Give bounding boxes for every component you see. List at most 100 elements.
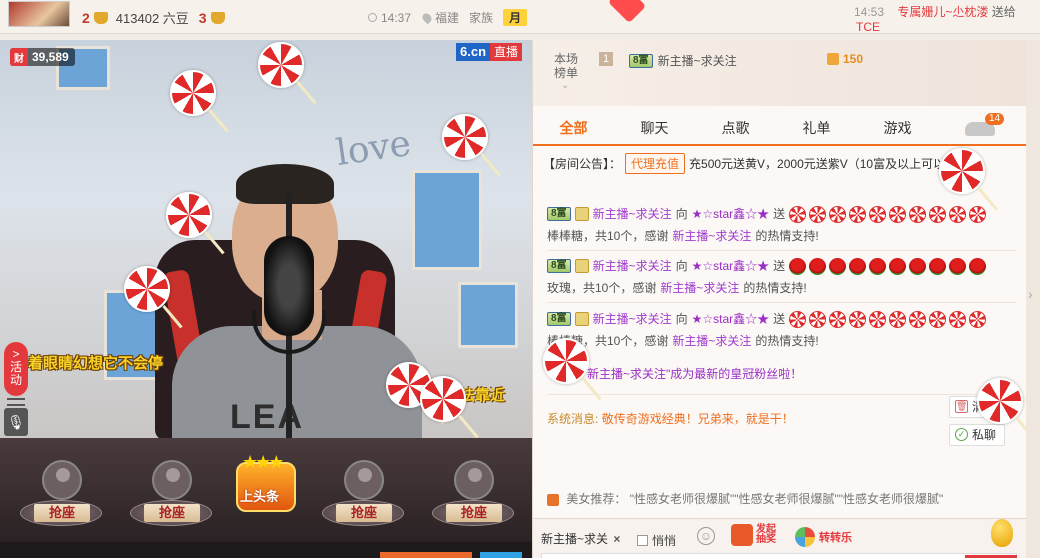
system-label: 系统消息:: [547, 412, 599, 426]
golden-egg-icon[interactable]: [991, 519, 1013, 547]
lollipop-effect: [420, 376, 466, 422]
marquee-user[interactable]: 专属姗儿~尐枕溇: [897, 5, 988, 19]
chat-tabs: 全部 聊天 点歌 礼单 游戏 14: [533, 110, 1027, 146]
fan-badge-icon: [574, 312, 589, 326]
heart-icon: [607, 0, 647, 24]
activity-label: 活动: [10, 360, 23, 387]
room-meta: 14:37 福建 家族 月: [368, 9, 528, 26]
lottery-button[interactable]: 发起 抽奖: [731, 524, 776, 546]
live-video[interactable]: love LEA 财 39,589 6.cn 直播 着眼睛幻想它不会停 法靠近 …: [0, 40, 532, 438]
agent-recharge-button[interactable]: 代理充值: [625, 153, 686, 174]
lyric-overlay: 着眼睛幻想它不会停: [28, 355, 164, 372]
gift-message: 8富 新主播~求关注 向 ★☆star鑫☆★ 送 玫瑰，共10个，感谢 新主播~…: [547, 255, 1017, 299]
tab-games[interactable]: 游戏: [857, 110, 938, 144]
receiver-name[interactable]: ★☆star鑫☆★: [692, 308, 770, 330]
sender-name[interactable]: 新主播~求关注: [593, 203, 672, 225]
tab-gifts[interactable]: 礼单: [776, 110, 857, 144]
receiver-name[interactable]: ★☆star鑫☆★: [692, 255, 770, 277]
headline-label: 上头条: [240, 489, 280, 504]
seat-4[interactable]: 抢座: [428, 452, 518, 538]
seat-avatar-icon: [152, 460, 192, 500]
headline-button[interactable]: ★★★ 上头条: [236, 452, 296, 518]
month-badge: 月: [503, 9, 528, 26]
wall-decal: love: [333, 122, 414, 175]
family-link[interactable]: 家族: [469, 9, 493, 26]
lollipop-effect: [442, 114, 488, 160]
sender-name[interactable]: 新主播~求关注: [660, 277, 739, 299]
wheel-label: 转转乐: [819, 532, 852, 544]
fan-badge-icon: [574, 207, 589, 221]
footer-button-blue[interactable]: [480, 552, 522, 558]
rose-gift-icons: [789, 255, 989, 277]
ranking-label[interactable]: 本场 榜单: [551, 52, 581, 80]
gift-marquee: 14:53 专属姗儿~尐枕溇 送给 TCE: [854, 3, 1040, 34]
notice-text: 充500元送黄V，2000元送紫V（10富及以上可以: [689, 157, 946, 171]
recommend-bar[interactable]: 美女推荐： "性感女老师很爆腻""性感女老师很爆腻""性感女老师很爆腻": [547, 490, 943, 507]
crown-fan-message: 新主播~求关注"成为最新的皇冠粉丝啦！: [587, 367, 803, 381]
notice-label: 【房间公告】：: [543, 157, 622, 171]
tab-chat[interactable]: 聊天: [614, 110, 695, 144]
sender-name[interactable]: 新主播~求关注: [593, 308, 672, 330]
chat-input[interactable]: [541, 553, 1017, 558]
footer-button-orange[interactable]: [380, 552, 472, 558]
seat-avatar-icon: [344, 460, 384, 500]
tab-all[interactable]: 全部: [533, 110, 614, 144]
grab-seat-button[interactable]: 抢座: [446, 504, 502, 522]
grab-seat-button[interactable]: 抢座: [144, 504, 200, 522]
receiver-name[interactable]: ★☆star鑫☆★: [692, 203, 770, 225]
lucky-wheel-button[interactable]: 转转乐: [795, 527, 852, 547]
wheel-icon: [795, 527, 815, 547]
grab-seat-button[interactable]: 抢座: [34, 504, 90, 522]
wall-photo: [458, 282, 518, 348]
lollipop-gift-icons: [789, 308, 989, 330]
microphone-icon[interactable]: 🎙: [4, 408, 28, 436]
rank-number: 2: [82, 9, 90, 26]
rich-level-badge: 8富: [547, 207, 571, 221]
sender-name[interactable]: 新主播~求关注: [593, 255, 672, 277]
lollipop-effect: [258, 42, 304, 88]
wall-photo: [412, 170, 482, 270]
chat-target-name: 新主播~求关: [541, 532, 609, 546]
lollipop-effect: [166, 192, 212, 238]
contribution-value: 150: [843, 52, 864, 66]
sender-name[interactable]: 新主播~求关注: [672, 330, 751, 352]
lottery-icon: [731, 524, 753, 546]
marquee-action: 送给: [991, 5, 1016, 19]
whisper-toggle[interactable]: 悄悄: [637, 532, 676, 549]
activity-button[interactable]: > 活动: [4, 342, 28, 396]
clock-icon: [368, 13, 377, 22]
panel-collapse-strip[interactable]: ›: [1026, 40, 1040, 558]
logo-live: 直播: [490, 43, 523, 61]
private-chat-button[interactable]: ✓ 私聊: [949, 424, 1005, 446]
lollipop-effect: [939, 148, 985, 194]
bean-count: 413402 六豆: [115, 11, 189, 26]
menu-icon[interactable]: [7, 398, 25, 406]
coin-icon: [827, 53, 839, 65]
car-count-badge: 14: [985, 113, 1005, 125]
whisper-checkbox[interactable]: [637, 535, 648, 546]
crown-icon: [93, 11, 108, 24]
recommend-label: 美女推荐：: [566, 492, 627, 506]
system-text: 敬传奇游戏经典！兄弟来，就是干！: [601, 412, 794, 426]
chevron-right-icon[interactable]: ›: [1028, 286, 1033, 302]
lollipop-effect: [124, 266, 170, 312]
chevron-down-icon[interactable]: ⌄: [561, 80, 569, 91]
seat-2[interactable]: 抢座: [126, 452, 216, 538]
session-ranking: 本场 榜单 ⌄ 1 8富 新主播~求关注 150: [533, 40, 1027, 106]
rank-number-2: 3: [198, 9, 207, 26]
rich-level-badge: 8富: [629, 53, 653, 68]
seat-1[interactable]: 抢座: [16, 452, 106, 538]
sender-name[interactable]: 新主播~求关注: [672, 225, 751, 247]
top-fan[interactable]: 8富 新主播~求关注: [629, 52, 737, 69]
top-bar: 2 413402 六豆 3 14:37 福建 家族 月 14:53 专属姗儿~尐…: [0, 0, 1040, 34]
grab-seat-button[interactable]: 抢座: [336, 504, 392, 522]
tab-song[interactable]: 点歌: [695, 110, 776, 144]
marquee-time: 14:53: [854, 5, 885, 19]
chat-target[interactable]: 新主播~求关 ×: [541, 527, 624, 551]
anchor-avatar[interactable]: [8, 1, 70, 27]
rank-info: 2 413402 六豆 3: [82, 8, 225, 27]
emoji-icon[interactable]: ☺: [697, 527, 715, 545]
seat-3[interactable]: 抢座: [318, 452, 408, 538]
close-icon[interactable]: ×: [613, 532, 620, 546]
top-fan-name: 新主播~求关注: [657, 54, 737, 68]
